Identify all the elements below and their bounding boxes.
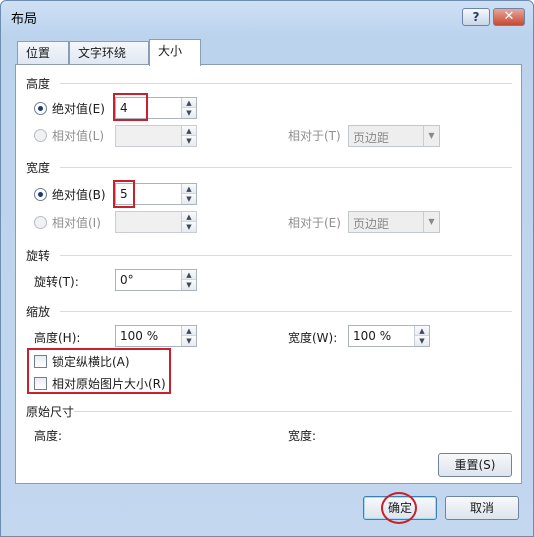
original-section-title: 原始尺寸 [26, 405, 75, 419]
width-relative-spinner[interactable]: ▲ ▼ [115, 211, 197, 233]
rotate-spinner[interactable]: 0° ▲ ▼ [115, 269, 197, 291]
height-relative-label: 相对值(L) [52, 129, 105, 143]
height-absolute-label: 绝对值(E) [52, 102, 105, 116]
reset-button[interactable]: 重置(S) [438, 453, 512, 477]
spin-down-icon[interactable]: ▼ [182, 136, 196, 146]
relative-original-checkbox[interactable] [34, 377, 47, 390]
scale-height-spinner[interactable]: 100 % ▲ ▼ [115, 325, 197, 347]
tab-position[interactable]: 位置 [17, 41, 69, 65]
tab-size[interactable]: 大小 [149, 39, 201, 66]
height-relative-to-select[interactable]: 页边距 ▼ [348, 125, 440, 147]
close-button[interactable]: ✕ [493, 8, 525, 26]
tab-strip: 位置 文字环绕 大小 [17, 39, 517, 66]
scale-width-spinner[interactable]: 100 % ▲ ▼ [348, 325, 430, 347]
rotate-section-title: 旋转 [26, 249, 51, 263]
window-title: 布局 [11, 12, 38, 27]
tab-text-wrapping[interactable]: 文字环绕 [69, 41, 149, 65]
spin-up-icon[interactable]: ▲ [182, 98, 196, 108]
scale-width-label: 宽度(W): [288, 331, 338, 345]
height-absolute-radio[interactable] [34, 102, 47, 115]
lock-aspect-checkbox[interactable] [34, 355, 47, 368]
width-section-title: 宽度 [26, 161, 51, 175]
original-width-label: 宽度: [288, 429, 317, 443]
scale-height-value[interactable]: 100 % [120, 329, 158, 343]
cancel-button[interactable]: 取消 [445, 496, 519, 520]
spin-down-icon[interactable]: ▼ [182, 108, 196, 118]
spin-up-icon[interactable]: ▲ [182, 212, 196, 222]
width-relative-to-select[interactable]: 页边距 ▼ [348, 211, 440, 233]
scale-width-value[interactable]: 100 % [353, 329, 391, 343]
height-relative-spinner[interactable]: ▲ ▼ [115, 125, 197, 147]
height-absolute-value[interactable]: 4 [120, 101, 128, 115]
height-relative-to-value: 页边距 [353, 131, 390, 145]
relative-original-label[interactable]: 相对原始图片大小(R) [52, 375, 166, 392]
width-relative-radio[interactable] [34, 216, 47, 229]
spin-up-icon[interactable]: ▲ [182, 184, 196, 194]
original-height-label: 高度: [34, 429, 63, 443]
width-relative-to-value: 页边距 [353, 217, 390, 231]
height-relative-to-label: 相对于(T) [288, 129, 341, 143]
chevron-down-icon[interactable]: ▼ [423, 126, 439, 146]
rotate-value[interactable]: 0° [120, 273, 134, 287]
divider [60, 83, 512, 84]
divider [60, 255, 512, 256]
width-absolute-radio[interactable] [34, 188, 47, 201]
scale-section-title: 缩放 [26, 305, 51, 319]
help-button[interactable]: ? [462, 8, 490, 26]
spin-down-icon[interactable]: ▼ [182, 222, 196, 232]
layout-dialog: 布局 ? ✕ 位置 文字环绕 大小 高度 绝对值(E) 4 ▲ ▼ 相对值(L) … [0, 0, 534, 537]
spin-up-icon[interactable]: ▲ [182, 270, 196, 280]
ok-button[interactable]: 确定 [363, 496, 437, 520]
rotate-label: 旋转(T): [34, 275, 79, 289]
height-section-title: 高度 [26, 77, 51, 91]
divider [60, 167, 512, 168]
spin-down-icon[interactable]: ▼ [182, 280, 196, 290]
height-absolute-spinner[interactable]: 4 ▲ ▼ [115, 97, 197, 119]
title-bar: 布局 ? ✕ [1, 1, 533, 31]
lock-aspect-label[interactable]: 锁定纵横比(A) [52, 353, 130, 370]
width-relative-label: 相对值(I) [52, 216, 101, 230]
spin-down-icon[interactable]: ▼ [182, 194, 196, 204]
chevron-down-icon[interactable]: ▼ [423, 212, 439, 232]
size-panel: 高度 绝对值(E) 4 ▲ ▼ 相对值(L) ▲ ▼ 相对于(T) 页边距 ▼ 宽度… [15, 64, 522, 484]
spin-up-icon[interactable]: ▲ [182, 326, 196, 336]
divider [74, 411, 512, 412]
width-absolute-value[interactable]: 5 [120, 187, 128, 201]
scale-height-label: 高度(H): [34, 331, 81, 345]
width-relative-to-label: 相对于(E) [288, 216, 341, 230]
spin-down-icon[interactable]: ▼ [415, 336, 429, 346]
width-absolute-label: 绝对值(B) [52, 188, 106, 202]
height-relative-radio[interactable] [34, 129, 47, 142]
divider [60, 311, 512, 312]
spin-down-icon[interactable]: ▼ [182, 336, 196, 346]
width-absolute-spinner[interactable]: 5 ▲ ▼ [115, 183, 197, 205]
spin-up-icon[interactable]: ▲ [415, 326, 429, 336]
spin-up-icon[interactable]: ▲ [182, 126, 196, 136]
